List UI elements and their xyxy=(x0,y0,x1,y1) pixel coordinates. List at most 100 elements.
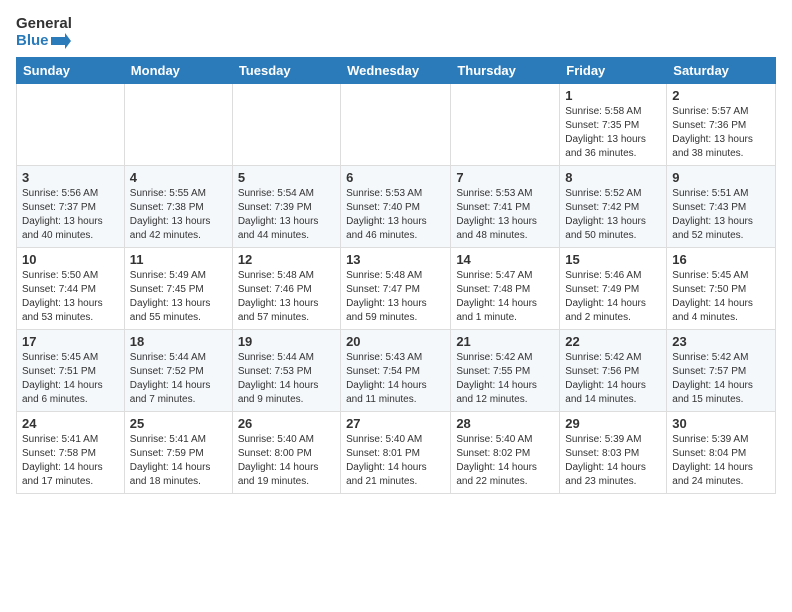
day-number: 29 xyxy=(565,416,661,431)
day-number: 6 xyxy=(346,170,445,185)
calendar-week-row: 24 Sunrise: 5:41 AM Sunset: 7:58 PM Dayli… xyxy=(17,412,776,494)
day-info: Sunrise: 5:42 AM Sunset: 7:56 PM Dayligh… xyxy=(565,351,661,407)
day-number: 28 xyxy=(456,416,554,431)
day-info: Sunrise: 5:45 AM Sunset: 7:50 PM Dayligh… xyxy=(672,269,770,325)
day-number: 2 xyxy=(672,88,770,103)
calendar-cell: 12 Sunrise: 5:48 AM Sunset: 7:46 PM Dayli… xyxy=(232,248,340,330)
day-number: 4 xyxy=(130,170,227,185)
day-number: 9 xyxy=(672,170,770,185)
day-info: Sunrise: 5:50 AM Sunset: 7:44 PM Dayligh… xyxy=(22,269,119,325)
day-number: 7 xyxy=(456,170,554,185)
day-number: 13 xyxy=(346,252,445,267)
weekday-header: Thursday xyxy=(451,58,560,84)
calendar-cell: 6 Sunrise: 5:53 AM Sunset: 7:40 PM Daylig… xyxy=(341,166,451,248)
day-number: 30 xyxy=(672,416,770,431)
day-info: Sunrise: 5:49 AM Sunset: 7:45 PM Dayligh… xyxy=(130,269,227,325)
day-number: 12 xyxy=(238,252,335,267)
calendar-cell: 30Sunrise: 5:39 AM Sunset: 8:04 PM Dayli… xyxy=(667,412,776,494)
day-info: Sunrise: 5:58 AM Sunset: 7:35 PM Dayligh… xyxy=(565,105,661,161)
weekday-header: Wednesday xyxy=(341,58,451,84)
logo: General Blue xyxy=(16,16,72,49)
day-number: 22 xyxy=(565,334,661,349)
calendar-cell: 20Sunrise: 5:43 AM Sunset: 7:54 PM Dayli… xyxy=(341,330,451,412)
day-number: 11 xyxy=(130,252,227,267)
day-info: Sunrise: 5:41 AM Sunset: 7:58 PM Dayligh… xyxy=(22,433,119,489)
day-number: 21 xyxy=(456,334,554,349)
calendar-cell: 10 Sunrise: 5:50 AM Sunset: 7:44 PM Dayli… xyxy=(17,248,125,330)
day-info: Sunrise: 5:46 AM Sunset: 7:49 PM Dayligh… xyxy=(565,269,661,325)
day-number: 27 xyxy=(346,416,445,431)
day-info: Sunrise: 5:51 AM Sunset: 7:43 PM Dayligh… xyxy=(672,187,770,243)
weekday-header: Saturday xyxy=(667,58,776,84)
day-number: 15 xyxy=(565,252,661,267)
day-info: Sunrise: 5:56 AM Sunset: 7:37 PM Dayligh… xyxy=(22,187,119,243)
calendar-cell: 19 Sunrise: 5:44 AM Sunset: 7:53 PM Dayli… xyxy=(232,330,340,412)
calendar-cell: 4 Sunrise: 5:55 AM Sunset: 7:38 PM Daylig… xyxy=(124,166,232,248)
calendar-cell xyxy=(232,84,340,166)
weekday-header: Monday xyxy=(124,58,232,84)
logo-arrow-icon xyxy=(51,33,71,49)
day-number: 16 xyxy=(672,252,770,267)
calendar-cell: 11 Sunrise: 5:49 AM Sunset: 7:45 PM Dayli… xyxy=(124,248,232,330)
calendar-cell: 26 Sunrise: 5:40 AM Sunset: 8:00 PM Dayli… xyxy=(232,412,340,494)
calendar-cell: 27 Sunrise: 5:40 AM Sunset: 8:01 PM Dayli… xyxy=(341,412,451,494)
calendar-cell: 3Sunrise: 5:56 AM Sunset: 7:37 PM Daylig… xyxy=(17,166,125,248)
calendar-cell: 22 Sunrise: 5:42 AM Sunset: 7:56 PM Dayli… xyxy=(560,330,667,412)
day-number: 26 xyxy=(238,416,335,431)
day-info: Sunrise: 5:39 AM Sunset: 8:03 PM Dayligh… xyxy=(565,433,661,489)
calendar-cell: 14Sunrise: 5:47 AM Sunset: 7:48 PM Dayli… xyxy=(451,248,560,330)
day-info: Sunrise: 5:40 AM Sunset: 8:00 PM Dayligh… xyxy=(238,433,335,489)
calendar-week-row: 10 Sunrise: 5:50 AM Sunset: 7:44 PM Dayli… xyxy=(17,248,776,330)
calendar-cell: 17Sunrise: 5:45 AM Sunset: 7:51 PM Dayli… xyxy=(17,330,125,412)
day-info: Sunrise: 5:48 AM Sunset: 7:47 PM Dayligh… xyxy=(346,269,445,325)
day-number: 1 xyxy=(565,88,661,103)
day-number: 14 xyxy=(456,252,554,267)
calendar-cell: 8Sunrise: 5:52 AM Sunset: 7:42 PM Daylig… xyxy=(560,166,667,248)
day-number: 25 xyxy=(130,416,227,431)
day-number: 20 xyxy=(346,334,445,349)
calendar-cell: 5 Sunrise: 5:54 AM Sunset: 7:39 PM Daylig… xyxy=(232,166,340,248)
day-info: Sunrise: 5:48 AM Sunset: 7:46 PM Dayligh… xyxy=(238,269,335,325)
day-info: Sunrise: 5:40 AM Sunset: 8:02 PM Dayligh… xyxy=(456,433,554,489)
page-header: General Blue xyxy=(16,16,776,49)
calendar-cell: 9 Sunrise: 5:51 AM Sunset: 7:43 PM Daylig… xyxy=(667,166,776,248)
day-number: 8 xyxy=(565,170,661,185)
day-number: 19 xyxy=(238,334,335,349)
day-info: Sunrise: 5:42 AM Sunset: 7:55 PM Dayligh… xyxy=(456,351,554,407)
day-info: Sunrise: 5:42 AM Sunset: 7:57 PM Dayligh… xyxy=(672,351,770,407)
calendar-cell xyxy=(451,84,560,166)
logo-blue: Blue xyxy=(16,33,72,50)
calendar-table: SundayMondayTuesdayWednesdayThursdayFrid… xyxy=(16,57,776,494)
day-number: 24 xyxy=(22,416,119,431)
day-number: 17 xyxy=(22,334,119,349)
calendar-cell: 2 Sunrise: 5:57 AM Sunset: 7:36 PM Daylig… xyxy=(667,84,776,166)
day-info: Sunrise: 5:44 AM Sunset: 7:53 PM Dayligh… xyxy=(238,351,335,407)
calendar-cell: 16 Sunrise: 5:45 AM Sunset: 7:50 PM Dayli… xyxy=(667,248,776,330)
calendar-cell: 15 Sunrise: 5:46 AM Sunset: 7:49 PM Dayli… xyxy=(560,248,667,330)
day-number: 18 xyxy=(130,334,227,349)
day-info: Sunrise: 5:53 AM Sunset: 7:41 PM Dayligh… xyxy=(456,187,554,243)
day-info: Sunrise: 5:53 AM Sunset: 7:40 PM Dayligh… xyxy=(346,187,445,243)
calendar-week-row: 17Sunrise: 5:45 AM Sunset: 7:51 PM Dayli… xyxy=(17,330,776,412)
calendar-cell xyxy=(341,84,451,166)
day-number: 10 xyxy=(22,252,119,267)
calendar-cell: 13 Sunrise: 5:48 AM Sunset: 7:47 PM Dayli… xyxy=(341,248,451,330)
day-number: 5 xyxy=(238,170,335,185)
calendar-cell: 7 Sunrise: 5:53 AM Sunset: 7:41 PM Daylig… xyxy=(451,166,560,248)
calendar-cell: 23Sunrise: 5:42 AM Sunset: 7:57 PM Dayli… xyxy=(667,330,776,412)
day-info: Sunrise: 5:57 AM Sunset: 7:36 PM Dayligh… xyxy=(672,105,770,161)
calendar-cell xyxy=(124,84,232,166)
weekday-header: Friday xyxy=(560,58,667,84)
calendar-cell: 21 Sunrise: 5:42 AM Sunset: 7:55 PM Dayli… xyxy=(451,330,560,412)
day-info: Sunrise: 5:54 AM Sunset: 7:39 PM Dayligh… xyxy=(238,187,335,243)
calendar-week-row: 1 Sunrise: 5:58 AM Sunset: 7:35 PM Daylig… xyxy=(17,84,776,166)
calendar-header-row: SundayMondayTuesdayWednesdayThursdayFrid… xyxy=(17,58,776,84)
calendar-cell: 1 Sunrise: 5:58 AM Sunset: 7:35 PM Daylig… xyxy=(560,84,667,166)
day-info: Sunrise: 5:55 AM Sunset: 7:38 PM Dayligh… xyxy=(130,187,227,243)
day-info: Sunrise: 5:44 AM Sunset: 7:52 PM Dayligh… xyxy=(130,351,227,407)
calendar-cell: 25Sunrise: 5:41 AM Sunset: 7:59 PM Dayli… xyxy=(124,412,232,494)
weekday-header: Tuesday xyxy=(232,58,340,84)
calendar-cell: 18 Sunrise: 5:44 AM Sunset: 7:52 PM Dayli… xyxy=(124,330,232,412)
logo-general: General xyxy=(16,16,72,33)
day-info: Sunrise: 5:40 AM Sunset: 8:01 PM Dayligh… xyxy=(346,433,445,489)
